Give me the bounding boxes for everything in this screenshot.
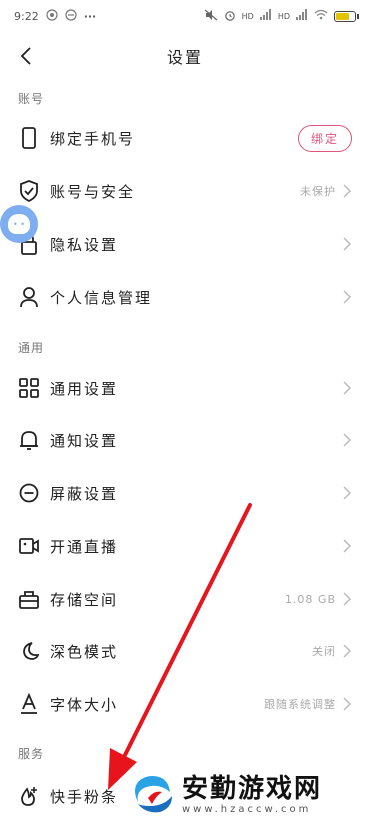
chevron-right-icon: [343, 290, 352, 304]
row-label: 通知设置: [50, 431, 119, 450]
row-value: 未保护: [300, 185, 336, 198]
chevron-right-icon: [343, 381, 352, 395]
row-value: 关闭: [312, 645, 336, 658]
floating-assistant-ball[interactable]: • •: [0, 205, 38, 243]
row-personal-info[interactable]: 个人信息管理: [0, 271, 370, 323]
row-label: 开通直播: [50, 537, 119, 556]
row-storage[interactable]: 存储空间 1.08 GB: [0, 573, 370, 625]
chevron-right-icon: [343, 184, 352, 198]
bind-button[interactable]: 绑定: [297, 124, 352, 152]
chevron-right-icon: [343, 539, 352, 553]
section-label-service: 服务: [18, 747, 45, 761]
mute-icon: [204, 9, 218, 24]
row-privacy[interactable]: 隐私设置: [0, 218, 370, 270]
app-notification-icon: [46, 8, 58, 24]
watermark-title: 安勤游戏网: [182, 773, 323, 804]
row-label: 屏蔽设置: [50, 484, 119, 503]
row-label: 隐私设置: [50, 235, 119, 254]
row-bind-phone[interactable]: 绑定手机号 绑定: [0, 112, 370, 164]
fire-plus-icon: [18, 785, 40, 807]
row-font-size[interactable]: 字体大小 跟随系统调整: [0, 678, 370, 730]
section-label-account: 账号: [18, 92, 45, 106]
video-camera-icon: [18, 535, 40, 557]
signal-icon-1: [259, 9, 272, 23]
phone-icon: [18, 127, 40, 149]
bell-icon: [18, 429, 40, 451]
row-value: 1.08 GB: [284, 592, 336, 606]
row-label: 深色模式: [50, 642, 119, 661]
row-live[interactable]: 开通直播: [0, 520, 370, 572]
grid-icon: [18, 377, 40, 399]
header: 设置: [0, 32, 370, 80]
assistant-face-icon: • •: [8, 214, 30, 234]
row-value: 跟随系统调整: [264, 698, 336, 711]
row-label: 个人信息管理: [50, 288, 153, 307]
overflow-indicator: ···: [83, 9, 97, 23]
person-icon: [18, 286, 40, 308]
watermark-url: www.hzaccw.com: [182, 803, 312, 815]
section-label-general: 通用: [18, 341, 45, 355]
shield-check-icon: [18, 180, 40, 202]
chevron-right-icon: [343, 237, 352, 251]
battery-icon: [334, 10, 359, 22]
row-label: 字体大小: [50, 695, 119, 714]
row-general-settings[interactable]: 通用设置: [0, 362, 370, 414]
app-notification-icon-2: [65, 8, 77, 24]
chevron-right-icon: [343, 486, 352, 500]
alarm-icon: [224, 9, 236, 24]
storage-box-icon: [18, 588, 40, 610]
status-bar: 9:22 ··· HD HD: [0, 0, 370, 32]
signal-hd-label-1: HD: [241, 11, 254, 21]
status-time: 9:22: [14, 9, 39, 23]
wifi-icon: [314, 9, 328, 23]
chevron-left-icon: [20, 47, 31, 65]
font-size-icon: [18, 693, 40, 715]
row-label: 账号与安全: [50, 182, 136, 201]
row-notification[interactable]: 通知设置: [0, 414, 370, 466]
signal-icon-2: [296, 9, 308, 23]
back-button[interactable]: [12, 42, 40, 70]
watermark-logo-icon: [135, 776, 172, 813]
signal-hd-label-2: HD: [277, 11, 290, 21]
watermark: 安勤游戏网 www.hzaccw.com: [128, 766, 368, 822]
moon-icon: [18, 640, 40, 662]
chevron-right-icon: [343, 433, 352, 447]
block-icon: [18, 482, 40, 504]
row-block[interactable]: 屏蔽设置: [0, 467, 370, 519]
row-label: 通用设置: [50, 379, 119, 398]
chevron-right-icon: [343, 644, 352, 658]
row-label: 存储空间: [50, 590, 119, 609]
chevron-right-icon: [343, 697, 352, 711]
row-label: 绑定手机号: [50, 129, 136, 148]
row-dark-mode[interactable]: 深色模式 关闭: [0, 625, 370, 677]
chevron-right-icon: [343, 592, 352, 606]
page-title: 设置: [166, 48, 203, 67]
row-account-security[interactable]: 账号与安全 未保护: [0, 165, 370, 217]
